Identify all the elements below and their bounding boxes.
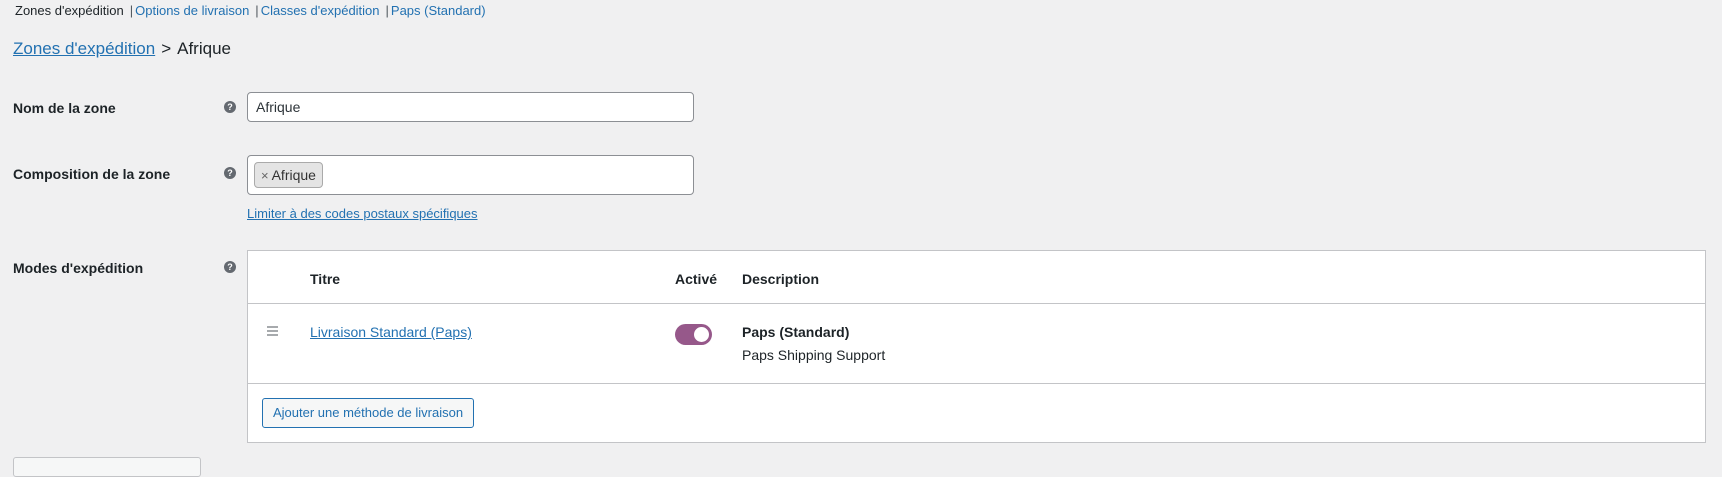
zone-name-label: Nom de la zone	[13, 100, 116, 116]
subnav-link-paps[interactable]: Paps (Standard)	[391, 3, 486, 18]
subnav-separator: |	[385, 3, 389, 18]
column-header-description: Description	[742, 271, 820, 287]
breadcrumb-separator: >	[161, 39, 172, 58]
column-header-enabled: Activé	[675, 271, 718, 287]
subnav-separator: |	[129, 3, 134, 18]
drag-handle-icon[interactable]	[267, 326, 278, 338]
zone-name-input[interactable]	[247, 92, 694, 122]
subnav-current: Zones d'expédition	[15, 3, 124, 18]
subnav-separator: |	[255, 3, 259, 18]
zone-regions-select[interactable]: × Afrique	[247, 155, 694, 195]
remove-token-icon[interactable]: ×	[261, 168, 269, 183]
subnav: Zones d'expédition | Options de livraison |…	[15, 3, 486, 19]
zone-name-help-icon[interactable]: ?	[224, 101, 236, 113]
method-description-text: Paps Shipping Support	[742, 347, 886, 363]
subnav-link-classes[interactable]: Classes d'expédition	[261, 3, 380, 18]
zone-regions-label: Composition de la zone	[13, 166, 171, 182]
region-token-label: Afrique	[271, 167, 316, 183]
add-shipping-method-button[interactable]: Ajouter une méthode de livraison	[262, 398, 475, 428]
shipping-methods-table: Titre Activé Description Livraison Stand…	[247, 250, 1706, 443]
breadcrumb-parent-link[interactable]: Zones d'expédition	[13, 39, 155, 58]
method-description-title: Paps (Standard)	[742, 324, 850, 340]
toggle-knob	[694, 327, 709, 342]
region-token: × Afrique	[254, 162, 323, 188]
zone-regions-help-icon[interactable]: ?	[224, 167, 236, 179]
shipping-methods-help-icon[interactable]: ?	[224, 261, 236, 273]
subnav-link-options[interactable]: Options de livraison	[135, 3, 249, 18]
save-changes-button[interactable]	[13, 457, 201, 477]
method-title-link[interactable]: Livraison Standard (Paps)	[310, 324, 472, 340]
header-divider	[248, 303, 1705, 304]
breadcrumb-current: Afrique	[177, 39, 231, 58]
row-divider	[248, 383, 1705, 384]
breadcrumb: Zones d'expédition > Afrique	[13, 38, 231, 60]
method-enabled-toggle[interactable]	[675, 324, 712, 345]
limit-postcodes-link[interactable]: Limiter à des codes postaux spécifiques	[247, 206, 478, 221]
shipping-methods-label: Modes d'expédition	[13, 260, 144, 276]
column-header-title: Titre	[310, 271, 341, 287]
